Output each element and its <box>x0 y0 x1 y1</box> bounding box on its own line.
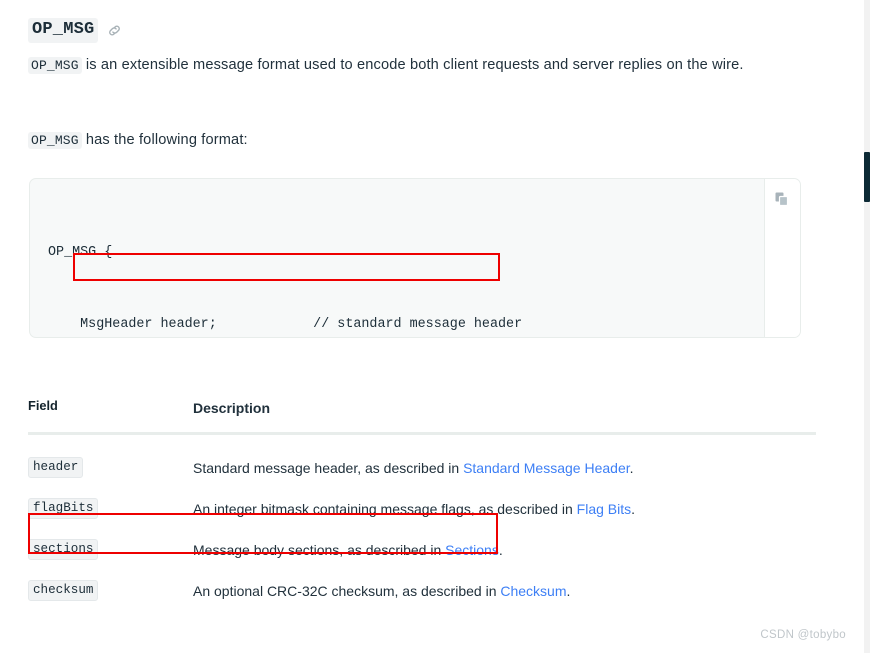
description-text-before: An integer bitmask containing message fl… <box>193 500 577 517</box>
field-description-table: Field Description header Standard messag… <box>28 398 816 611</box>
table-cell-field: sections <box>28 538 193 561</box>
code-block-content[interactable]: OP_MSG { MsgHeader header; // standard m… <box>30 179 764 337</box>
description-text-after: . <box>629 459 634 476</box>
code-line: OP_MSG { <box>48 245 113 260</box>
table-header-divider <box>28 432 816 435</box>
format-paragraph: OP_MSG has the following format: <box>28 126 818 155</box>
inline-code-op-msg-1: OP_MSG <box>28 57 82 74</box>
field-chip: flagBits <box>28 497 99 520</box>
description-text-before: Message body sections, as described in <box>193 541 446 558</box>
table-header-description: Description <box>193 400 271 416</box>
description-text-after: . <box>566 582 571 599</box>
intro-paragraph-text: is an extensible message format used to … <box>81 57 744 73</box>
page-title-code: OP_MSG <box>28 18 99 43</box>
description-link[interactable]: Flag Bits <box>577 501 631 517</box>
table-cell-description: An optional CRC-32C checksum, as describ… <box>193 581 816 601</box>
table-row: flagBits An integer bitmask containing m… <box>28 488 816 529</box>
table-cell-description: Standard message header, as described in… <box>193 458 816 478</box>
code-block: OP_MSG { MsgHeader header; // standard m… <box>29 178 801 338</box>
table-row: header Standard message header, as descr… <box>28 447 816 488</box>
code-block-toolbar <box>764 179 800 337</box>
field-chip: sections <box>28 538 99 561</box>
table-cell-field: flagBits <box>28 497 193 520</box>
description-link[interactable]: Checksum <box>500 583 566 599</box>
description-text-after: . <box>631 500 636 517</box>
field-chip: header <box>28 456 84 479</box>
format-paragraph-text: has the following format: <box>81 132 248 148</box>
documentation-page: OP_MSG OP_MSG is an extensible message f… <box>0 0 874 653</box>
watermark: CSDN @tobybo <box>760 629 846 641</box>
description-link[interactable]: Standard Message Header <box>463 460 630 476</box>
field-chip: checksum <box>28 579 99 602</box>
scrollbar-thumb[interactable] <box>864 152 870 202</box>
table-cell-field: header <box>28 456 193 479</box>
code-line: MsgHeader header; // standard message he… <box>48 317 523 332</box>
inline-code-op-msg-2: OP_MSG <box>28 132 82 149</box>
table-cell-field: checksum <box>28 579 193 602</box>
description-text-after: . <box>498 541 503 558</box>
table-header-field: Field <box>28 398 58 413</box>
table-row: sections Message body sections, as descr… <box>28 529 816 570</box>
link-icon[interactable] <box>107 23 122 38</box>
table-header-row: Field Description <box>28 398 816 432</box>
intro-paragraph: OP_MSG is an extensible message format u… <box>28 51 818 80</box>
description-link[interactable]: Sections <box>445 542 499 558</box>
table-cell-description: Message body sections, as described in S… <box>193 540 816 560</box>
table-row: checksum An optional CRC-32C checksum, a… <box>28 570 816 611</box>
page-title: OP_MSG <box>28 18 122 43</box>
description-text-before: An optional CRC-32C checksum, as describ… <box>193 582 501 599</box>
description-text-before: Standard message header, as described in <box>193 459 464 476</box>
scrollbar-track[interactable] <box>864 0 870 653</box>
copy-icon[interactable] <box>774 191 790 207</box>
table-cell-description: An integer bitmask containing message fl… <box>193 499 816 519</box>
